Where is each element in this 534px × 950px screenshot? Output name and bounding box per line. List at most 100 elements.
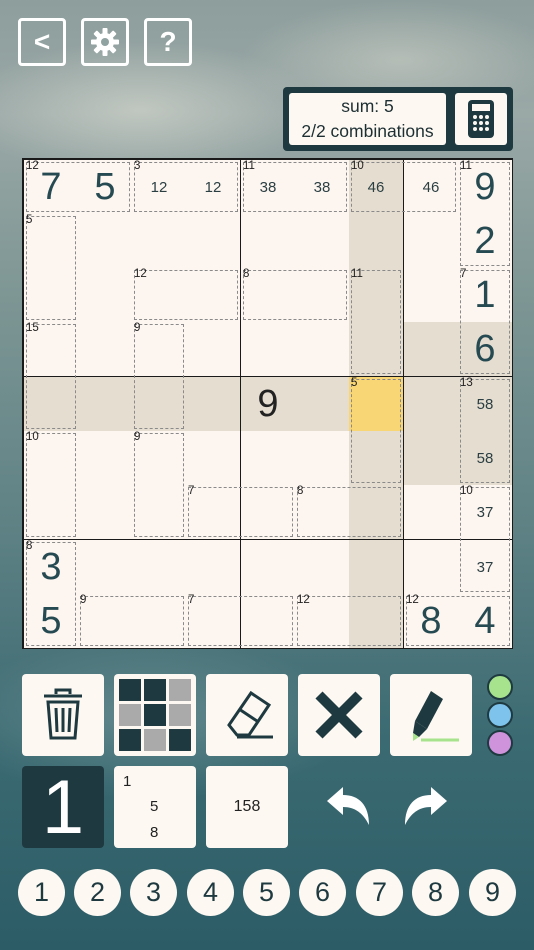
- cell-r6c2[interactable]: [78, 431, 132, 485]
- number-key-7[interactable]: 7: [356, 869, 403, 916]
- number-key-8[interactable]: 8: [412, 869, 459, 916]
- cell-r8c4[interactable]: [186, 540, 240, 594]
- cell-r1c2[interactable]: 5: [78, 160, 132, 214]
- number-key-4[interactable]: 4: [187, 869, 234, 916]
- cell-r8c9[interactable]: 37: [458, 540, 512, 594]
- corner-mode-button[interactable]: 1 5 8: [114, 766, 196, 848]
- cell-r2c5[interactable]: [241, 214, 295, 268]
- cell-r9c7[interactable]: [349, 594, 403, 648]
- cell-r7c4[interactable]: 7: [186, 485, 240, 539]
- cell-r2c7[interactable]: [349, 214, 403, 268]
- cell-r9c4[interactable]: 7: [186, 594, 240, 648]
- help-button[interactable]: ?: [144, 18, 192, 66]
- clear-button[interactable]: [298, 674, 380, 756]
- cell-r4c3[interactable]: 9: [132, 322, 186, 376]
- cell-r2c2[interactable]: [78, 214, 132, 268]
- cell-r4c1[interactable]: 15: [24, 322, 78, 376]
- cell-r5c8[interactable]: [404, 377, 458, 431]
- cell-r1c9[interactable]: 9 11: [458, 160, 512, 214]
- cell-r5c5[interactable]: 9: [241, 377, 295, 431]
- cell-r7c8[interactable]: [404, 485, 458, 539]
- cell-r4c9[interactable]: 6: [458, 322, 512, 376]
- cell-r6c8[interactable]: [404, 431, 458, 485]
- cell-r9c6[interactable]: 12: [295, 594, 349, 648]
- cell-r7c9[interactable]: 37 10: [458, 485, 512, 539]
- cell-r3c8[interactable]: [404, 268, 458, 322]
- cell-r9c9[interactable]: 4: [458, 594, 512, 648]
- cell-r4c7[interactable]: [349, 322, 403, 376]
- cell-r3c7[interactable]: 11: [349, 268, 403, 322]
- cell-r8c1[interactable]: 38: [24, 540, 78, 594]
- number-key-3[interactable]: 3: [130, 869, 177, 916]
- cell-r9c8[interactable]: 8 12: [404, 594, 458, 648]
- cell-r3c6[interactable]: [295, 268, 349, 322]
- color-grid-button[interactable]: [114, 674, 196, 756]
- cell-r2c4[interactable]: [186, 214, 240, 268]
- cell-r7c7[interactable]: [349, 485, 403, 539]
- cell-r2c6[interactable]: [295, 214, 349, 268]
- cell-r9c2[interactable]: 9: [78, 594, 132, 648]
- color-blue-option[interactable]: [487, 702, 513, 728]
- cell-r6c3[interactable]: 9: [132, 431, 186, 485]
- cell-r5c4[interactable]: [186, 377, 240, 431]
- cell-r1c6[interactable]: 38: [295, 160, 349, 214]
- cell-r2c1[interactable]: 5: [24, 214, 78, 268]
- cell-r4c5[interactable]: [241, 322, 295, 376]
- color-purple-option[interactable]: [487, 730, 513, 756]
- cell-r3c3[interactable]: 12: [132, 268, 186, 322]
- cell-r3c1[interactable]: [24, 268, 78, 322]
- cell-r7c1[interactable]: [24, 485, 78, 539]
- number-key-9[interactable]: 9: [469, 869, 516, 916]
- cell-r6c6[interactable]: [295, 431, 349, 485]
- cell-r8c2[interactable]: [78, 540, 132, 594]
- settings-button[interactable]: [81, 18, 129, 66]
- cell-r3c5[interactable]: 8: [241, 268, 295, 322]
- cell-r1c3[interactable]: 12 3: [132, 160, 186, 214]
- cell-r1c8[interactable]: 46: [404, 160, 458, 214]
- eraser-button[interactable]: [206, 674, 288, 756]
- cell-r6c9[interactable]: 58: [458, 431, 512, 485]
- cell-r7c3[interactable]: [132, 485, 186, 539]
- calculator-button[interactable]: [455, 93, 507, 145]
- cell-r5c6[interactable]: [295, 377, 349, 431]
- cell-r6c5[interactable]: [241, 431, 295, 485]
- cell-r8c6[interactable]: [295, 540, 349, 594]
- cell-r7c5[interactable]: [241, 485, 295, 539]
- cell-r9c5[interactable]: [241, 594, 295, 648]
- cell-r3c2[interactable]: [78, 268, 132, 322]
- cell-r4c8[interactable]: [404, 322, 458, 376]
- undo-button[interactable]: [318, 778, 378, 838]
- cell-r9c1[interactable]: 5: [24, 594, 78, 648]
- cell-r8c8[interactable]: [404, 540, 458, 594]
- center-mode-button[interactable]: 158: [206, 766, 288, 848]
- delete-button[interactable]: [22, 674, 104, 756]
- cell-r8c3[interactable]: [132, 540, 186, 594]
- cell-r7c2[interactable]: [78, 485, 132, 539]
- cell-r1c1[interactable]: 7 12: [24, 160, 78, 214]
- back-button[interactable]: <: [18, 18, 66, 66]
- cell-r1c4[interactable]: 12: [186, 160, 240, 214]
- color-green-option[interactable]: [487, 674, 513, 700]
- cell-r1c5[interactable]: 38 11: [241, 160, 295, 214]
- cell-r1c7[interactable]: 46 10: [349, 160, 403, 214]
- cell-r5c2[interactable]: [78, 377, 132, 431]
- cell-r9c3[interactable]: [132, 594, 186, 648]
- cell-r6c7[interactable]: [349, 431, 403, 485]
- cell-r5c3[interactable]: [132, 377, 186, 431]
- number-key-6[interactable]: 6: [299, 869, 346, 916]
- cell-r5c9[interactable]: 58 13: [458, 377, 512, 431]
- cell-r2c8[interactable]: [404, 214, 458, 268]
- normal-mode-button[interactable]: 1: [22, 765, 104, 850]
- cell-r6c4[interactable]: [186, 431, 240, 485]
- cell-r2c3[interactable]: [132, 214, 186, 268]
- number-key-2[interactable]: 2: [74, 869, 121, 916]
- cell-r7c6[interactable]: 8: [295, 485, 349, 539]
- number-key-5[interactable]: 5: [243, 869, 290, 916]
- redo-button[interactable]: [396, 778, 456, 838]
- cell-r8c7[interactable]: [349, 540, 403, 594]
- number-key-1[interactable]: 1: [18, 869, 65, 916]
- cell-r4c2[interactable]: [78, 322, 132, 376]
- cell-r8c5[interactable]: [241, 540, 295, 594]
- pen-color-button[interactable]: [390, 674, 472, 756]
- cell-r5c7[interactable]: 5: [349, 377, 403, 431]
